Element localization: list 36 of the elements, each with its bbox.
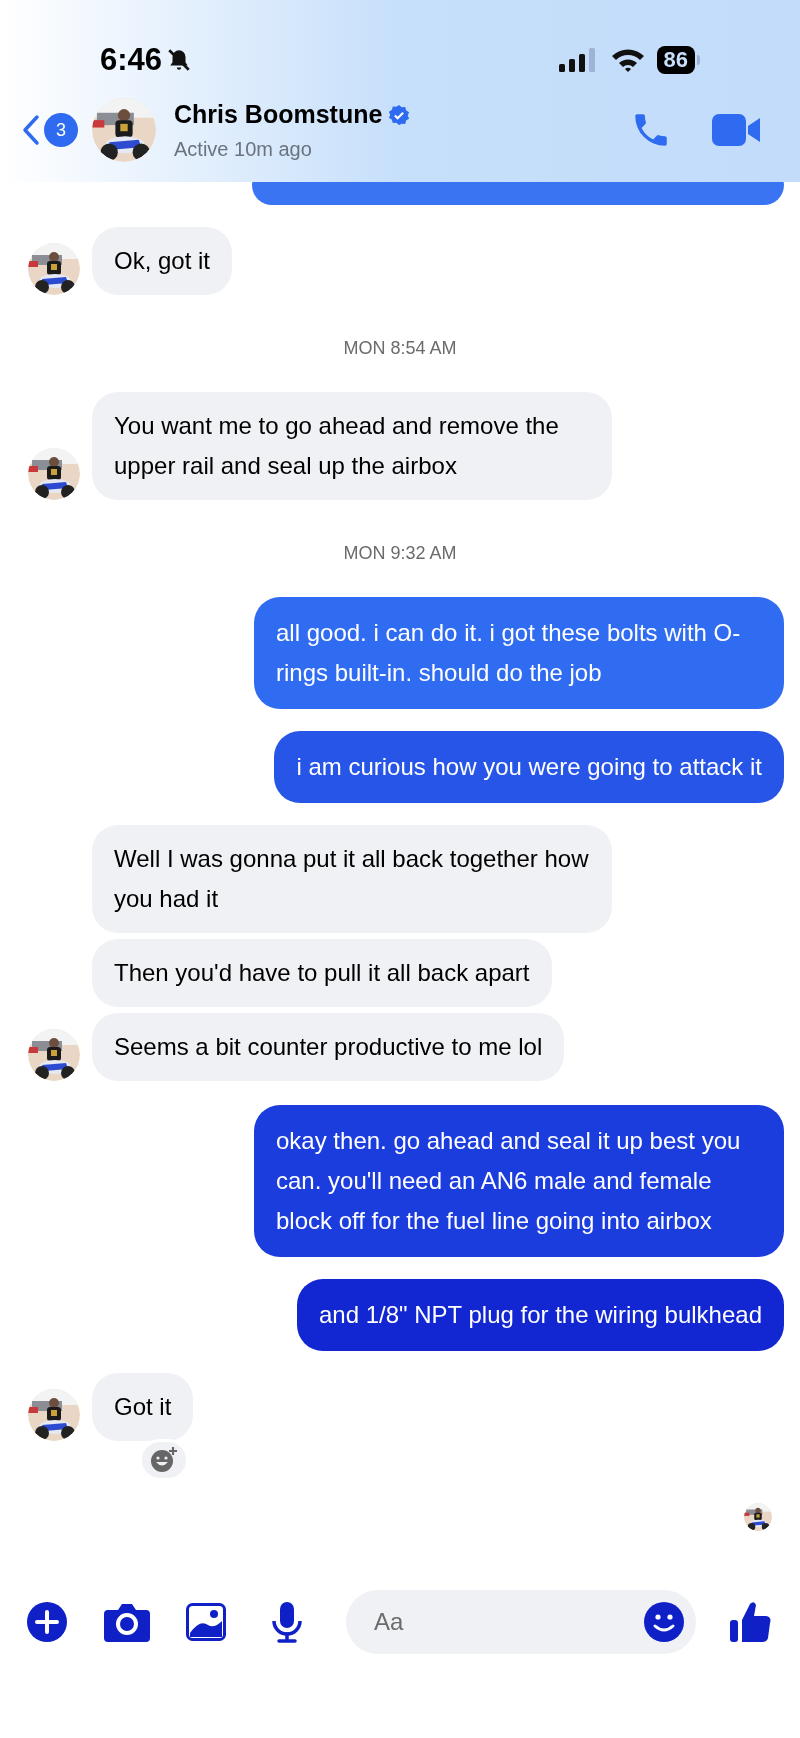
back-chevron-icon: [22, 114, 40, 146]
received-message: Well I was gonna put it all back together how you had it: [92, 825, 612, 933]
wifi-icon: [610, 47, 645, 73]
sent-message: i am curious how you were going to attack it: [274, 731, 784, 803]
video-call-icon[interactable]: [712, 112, 762, 148]
add-button[interactable]: [26, 1601, 68, 1643]
received-message: Ok, got it: [92, 227, 233, 295]
sent-message: all good. i can do it. i got these bolts with O-rings built-in. should do the job: [254, 597, 784, 709]
avatar: [28, 448, 80, 500]
timestamp: MON 9:32 AM: [343, 542, 457, 565]
avatar: [28, 1029, 80, 1081]
camera-button[interactable]: [104, 1602, 150, 1642]
active-status: Active 10m ago: [174, 136, 313, 162]
received-message: Got it: [92, 1373, 194, 1441]
back-button[interactable]: 3: [22, 113, 78, 147]
message-field[interactable]: Aa: [346, 1590, 696, 1654]
timestamp: MON 8:54 AM: [343, 337, 457, 360]
battery-indicator: 86: [656, 46, 695, 74]
thumbs-up-button[interactable]: [730, 1600, 772, 1644]
clock: 6:46: [100, 40, 163, 79]
seen-avatar: [744, 1503, 772, 1531]
microphone-button[interactable]: [270, 1601, 304, 1643]
gallery-button[interactable]: [186, 1603, 226, 1641]
contact-name: Chris Boomstune: [174, 99, 383, 131]
received-message: You want me to go ahead and remove the upper rail and seal up the airbox: [92, 392, 612, 500]
emoji-plus-icon: [150, 1446, 179, 1474]
received-message: Seems a bit counter productive to me lol: [92, 1013, 565, 1081]
emoji-icon[interactable]: [644, 1602, 684, 1642]
avatar: [28, 1389, 80, 1441]
received-message: Then you'd have to pull it all back apart: [92, 939, 552, 1007]
sent-message: and 1/8" NPT plug for the wiring bulkhead: [297, 1279, 784, 1351]
verified-badge-icon: [388, 104, 411, 126]
sent-message: okay then. go ahead and seal it up best you can. you'll need an AN6 male and female block off for the fuel line going into airbox: [254, 1105, 784, 1257]
unread-badge: 3: [44, 113, 78, 147]
message-input[interactable]: Aa: [374, 1604, 644, 1640]
avatar: [28, 243, 80, 295]
